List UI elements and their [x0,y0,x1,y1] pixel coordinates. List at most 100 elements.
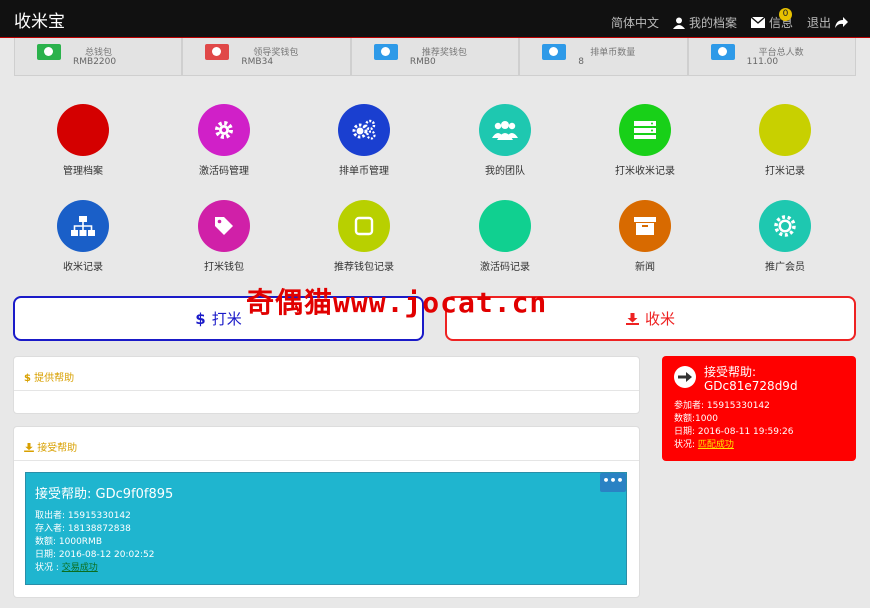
receive-help-panel: 接受帮助 ••• 接受帮助: GDc9f0f895 取出者: 159153301… [13,426,640,598]
matched-help-card: 接受帮助: GDc81e728d9d 参加者: 15915330142 数额:1… [662,356,856,461]
dollar-icon: $ [195,309,206,328]
card-status-line: 状况 : 交易成功 [35,562,617,575]
tile-label: 打米钱包 [204,262,244,273]
money-icon [542,44,567,60]
gear-icon [215,121,233,139]
tile-my-team[interactable]: 我的团队 [435,104,575,184]
tile-label: 排单币管理 [339,166,389,177]
card-line: 取出者: 15915330142 [35,511,131,521]
money-icon [710,44,735,60]
card-menu-button[interactable]: ••• [600,473,626,492]
sitemap-icon [71,216,95,236]
watermark: 奇偶猫www.jocat.cn [246,286,548,319]
matched-card-title: 接受帮助: GDc81e728d9d [704,365,798,393]
panel-title: 提供帮助 [34,373,75,384]
money-icon [373,44,398,60]
tag-icon [215,217,233,235]
panel-title: 接受帮助 [37,443,78,454]
panel-heading: 接受帮助 [14,427,639,461]
stat-platform-members: 平台总人数 111.00 [687,38,857,76]
card-line: 数额: 1000RMB [35,537,102,547]
stat-leader-wallet: 领导奖钱包 RMB34 [182,38,351,76]
arrow-right-icon [674,366,696,388]
profile-label: 我的档案 [688,16,737,30]
tile-circle [479,104,531,156]
money-icon [205,44,230,60]
stats-strip: 总钱包 RMB2200 领导奖钱包 RMB34 推荐奖钱包 RMB0 排单币数量… [14,38,857,76]
tile-news[interactable]: 新闻 [575,200,715,280]
matched-title-code: GDc81e728d9d [704,379,798,393]
help-request-card: ••• 接受帮助: GDc9f0f895 取出者: 15915330142 存入… [25,472,627,585]
stat-value: RMB2200 [73,57,117,67]
brand-logo[interactable]: 收米宝 [14,7,65,32]
tile-referral-wallet-records[interactable]: 推荐钱包记录 [294,200,434,280]
card-line: 存入者: 18138872838 [35,524,131,534]
stat-value: RMB34 [241,57,274,67]
top-nav: 简体中文 我的档案 0 信息 退出 [611,8,848,31]
tile-circle [338,200,390,252]
logout-link[interactable]: 退出 [807,14,848,31]
tile-label: 推广会员 [765,262,805,273]
message-count-badge: 0 [778,8,792,21]
server-icon [634,121,656,139]
tile-give-take-records[interactable]: 打米收米记录 [575,104,715,184]
tile-label: 推荐钱包记录 [334,262,394,273]
matched-line: 数额:1000 [674,414,718,424]
tile-label: 打米收米记录 [615,166,675,177]
stat-total-wallet: 总钱包 RMB2200 [14,38,183,76]
provide-help-panel: $ 提供帮助 [13,356,640,414]
tile-label: 新闻 [635,262,655,273]
tile-circle [759,200,811,252]
stat-label: 排单币数量 [590,48,636,58]
top-navbar: 收米宝 简体中文 我的档案 0 信息 退出 [0,0,870,38]
download-icon [625,312,639,325]
logout-label: 退出 [806,16,831,30]
tile-circle [57,104,109,156]
tile-manage-profile[interactable]: 管理档案 [13,104,153,184]
users-icon [492,121,518,140]
envelope-icon [750,17,765,28]
share-arrow-icon [835,17,848,28]
status-label: 状况: [674,440,698,450]
messages-link[interactable]: 0 信息 [750,8,793,31]
tile-take-records[interactable]: 收米记录 [13,200,153,280]
tile-label: 管理档案 [63,166,103,177]
status-link[interactable]: 匹配成功 [698,440,734,450]
tile-activation-code-management[interactable]: 激活码管理 [154,104,294,184]
tile-activation-code-records[interactable]: 激活码记录 [435,200,575,280]
language-label: 简体中文 [610,16,659,30]
tile-queue-coin-management[interactable]: 排单币管理 [294,104,434,184]
tile-label: 收米记录 [63,262,103,273]
matched-status-line: 状况: 匹配成功 [674,439,793,452]
square-icon [354,216,374,236]
tile-circle [619,200,671,252]
stat-value: 111.00 [746,57,779,67]
matched-line: 参加者: 15915330142 [674,401,770,411]
card-line: 日期: 2016-08-12 20:02:52 [35,550,155,560]
matched-line: 日期: 2016-08-11 19:59:26 [674,427,794,437]
dollar-icon: $ [24,373,31,384]
status-link[interactable]: 交易成功 [62,563,98,573]
tile-circle [198,104,250,156]
tile-promote-members[interactable]: 推广会员 [715,200,855,280]
language-link[interactable]: 简体中文 [611,14,659,31]
give-label: 打米 [211,310,242,328]
matched-card-details: 参加者: 15915330142 数额:1000 日期: 2016-08-11 … [674,400,793,452]
status-label: 状况 : [35,563,62,573]
archive-icon [634,217,656,235]
gears-icon [352,119,376,140]
tile-give-records[interactable]: 打米记录 [715,104,855,184]
tile-label: 打米记录 [765,166,805,177]
stat-value: 8 [578,57,584,67]
tile-circle [338,104,390,156]
stat-queue-coins: 排单币数量 8 [519,38,688,76]
tile-label: 我的团队 [485,166,525,177]
tile-circle [198,200,250,252]
download-icon [24,443,34,452]
profile-link[interactable]: 我的档案 [672,14,737,31]
card-title: 接受帮助: GDc9f0f895 [35,487,174,502]
tile-circle [57,200,109,252]
take-label: 收米 [644,310,675,328]
tile-give-wallet[interactable]: 打米钱包 [154,200,294,280]
tile-label: 激活码记录 [480,262,530,273]
